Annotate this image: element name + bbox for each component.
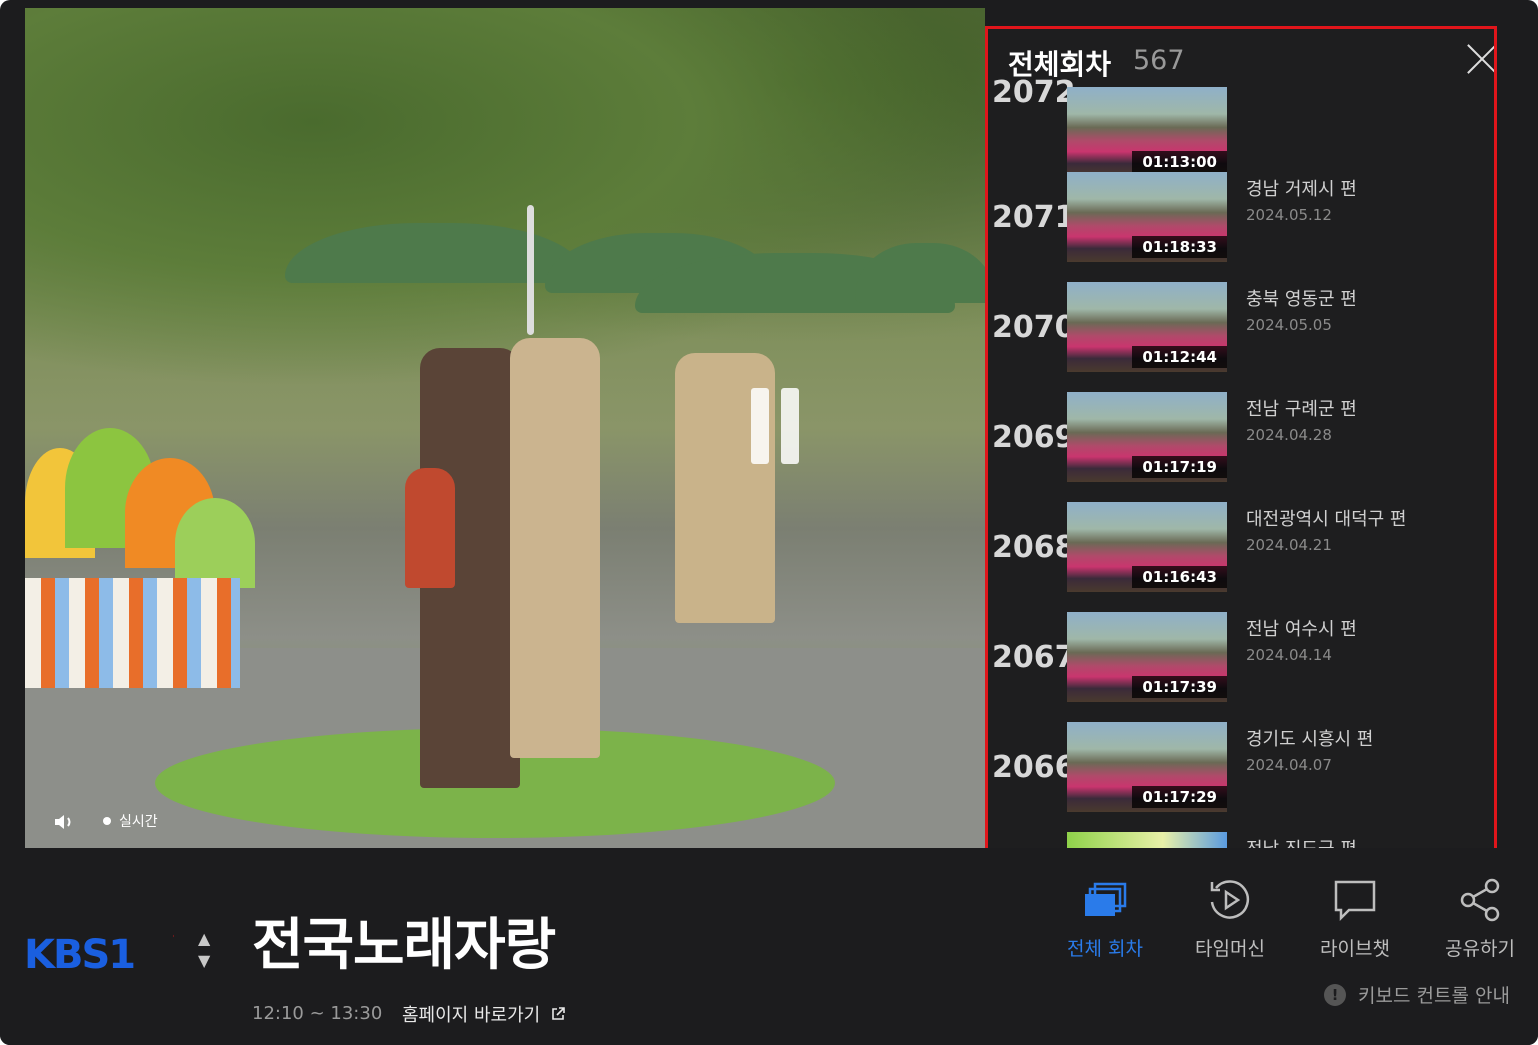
homepage-link[interactable]: 홈페이지 바로가기: [402, 1001, 566, 1027]
episode-item[interactable]: 2070 01:12:44 충북 영동군 편 2024.05.05: [988, 282, 1488, 372]
drum: [405, 468, 455, 588]
broadcast-time: 12:10 ~ 13:30: [252, 1003, 383, 1024]
close-icon[interactable]: [1466, 43, 1494, 75]
external-link-icon: [552, 1007, 566, 1020]
chevron-down-icon[interactable]: ▼: [198, 950, 216, 972]
episode-number: 2067: [992, 640, 1076, 675]
episode-thumbnail[interactable]: 01:17:39: [1067, 612, 1227, 702]
episode-list-panel: 전체회차 567 2072 01:13:00 2071 01:18:33 경남 …: [985, 26, 1497, 856]
episode-duration: 01:18:33: [1132, 236, 1227, 258]
episode-duration: 01:17:39: [1132, 676, 1227, 698]
live-chat-label: 라이브챗: [1320, 938, 1390, 960]
share-button[interactable]: 공유하기: [1425, 878, 1535, 961]
background-scenery: [25, 8, 985, 388]
kbs1-logo-text: KBS1: [24, 932, 134, 972]
episode-list[interactable]: 2072 01:13:00 2071 01:18:33 경남 거제시 편 202…: [988, 75, 1494, 853]
keyboard-guide-label: 키보드 컨트롤 안내: [1358, 985, 1510, 1007]
program-title: 전국노래자랑: [252, 913, 556, 978]
live-dot-icon: [103, 817, 111, 825]
kbs1-logo: KBS1: [24, 932, 177, 978]
episode-number: 2069: [992, 420, 1076, 455]
time-machine-button[interactable]: 타임머신: [1175, 878, 1285, 961]
episode-title[interactable]: 충북 영동군 편: [1246, 285, 1357, 311]
episode-title[interactable]: 경남 거제시 편: [1246, 175, 1357, 201]
episode-item[interactable]: 2067 01:17:39 전남 여수시 편 2024.04.14: [988, 612, 1488, 702]
episode-item[interactable]: 2068 01:16:43 대전광역시 대덕구 편 2024.04.21: [988, 502, 1488, 592]
channel-updown[interactable]: ▲ ▼: [198, 928, 216, 978]
chevron-up-icon[interactable]: ▲: [198, 928, 216, 950]
episode-date: 2024.05.12: [1246, 206, 1332, 224]
episode-date: 2024.04.28: [1246, 426, 1332, 444]
live-label: 실시간: [119, 814, 158, 830]
episode-item[interactable]: 2072 01:13:00: [988, 75, 1488, 177]
episode-duration: 01:12:44: [1132, 346, 1227, 368]
episode-thumbnail[interactable]: 01:17:29: [1067, 722, 1227, 812]
episode-duration: 01:17:29: [1132, 786, 1227, 808]
live-indicator: 실시간: [103, 811, 158, 831]
episode-title[interactable]: 전남 여수시 편: [1246, 615, 1357, 641]
episode-duration: 01:16:43: [1132, 566, 1227, 588]
episode-thumbnail[interactable]: 01:16:43: [1067, 502, 1227, 592]
episode-count: 567: [1133, 45, 1185, 76]
info-icon: !: [1324, 983, 1346, 1006]
time-machine-label: 타임머신: [1195, 938, 1265, 960]
program-info-bar: KBS1 ▲ ▼ 전국노래자랑 12:10 ~ 13:30 홈페이지 바로가기 …: [0, 848, 1538, 1045]
episode-title[interactable]: 대전광역시 대덕구 편: [1246, 505, 1406, 531]
episode-duration: 01:13:00: [1132, 151, 1227, 173]
episode-thumbnail[interactable]: 01:12:44: [1067, 282, 1227, 372]
performer: [510, 338, 600, 758]
episode-date: 2024.04.21: [1246, 536, 1332, 554]
episode-title[interactable]: 전남 구례군 편: [1246, 395, 1357, 421]
all-episodes-label: 전체 회차: [1067, 938, 1143, 960]
episode-date: 2024.04.07: [1246, 756, 1332, 774]
keyboard-guide-button[interactable]: ! 키보드 컨트롤 안내: [1324, 981, 1510, 1008]
live-chat-button[interactable]: 라이브챗: [1300, 878, 1410, 961]
stage-decoration: [25, 428, 255, 688]
share-icon: [1460, 878, 1500, 922]
episode-duration: 01:17:19: [1132, 456, 1227, 478]
share-label: 공유하기: [1445, 938, 1515, 960]
replay-icon: [1210, 880, 1250, 919]
chat-icon: [1334, 880, 1376, 922]
homepage-link-label: 홈페이지 바로가기: [402, 1005, 541, 1026]
video-frame[interactable]: 실시간: [25, 8, 985, 848]
episode-number: 2072: [992, 75, 1076, 110]
episode-number: 2066: [992, 750, 1076, 785]
episode-number: 2071: [992, 200, 1076, 235]
episode-item[interactable]: 2071 01:18:33 경남 거제시 편 2024.05.12: [988, 172, 1488, 262]
all-episodes-button[interactable]: 전체 회차: [1050, 878, 1160, 961]
player-window: 실시간 전체회차 567 2072 01:13:00 2071 01:18:33…: [0, 0, 1538, 1045]
episode-number: 2068: [992, 530, 1076, 565]
stack-icon: [1085, 882, 1127, 916]
pause-icon[interactable]: [745, 388, 805, 468]
volume-icon[interactable]: [53, 812, 77, 832]
episode-date: 2024.04.14: [1246, 646, 1332, 664]
episode-thumbnail[interactable]: 01:13:00: [1067, 87, 1227, 177]
episode-title[interactable]: 경기도 시흥시 편: [1246, 725, 1373, 751]
episode-thumbnail[interactable]: 01:17:19: [1067, 392, 1227, 482]
episode-date: 2024.05.05: [1246, 316, 1332, 334]
episode-item[interactable]: 2066 01:17:29 경기도 시흥시 편 2024.04.07: [988, 722, 1488, 812]
scrollbar[interactable]: [527, 205, 534, 335]
episode-thumbnail[interactable]: 01:18:33: [1067, 172, 1227, 262]
episode-item[interactable]: 2069 01:17:19 전남 구례군 편 2024.04.28: [988, 392, 1488, 482]
episode-number: 2070: [992, 310, 1076, 345]
